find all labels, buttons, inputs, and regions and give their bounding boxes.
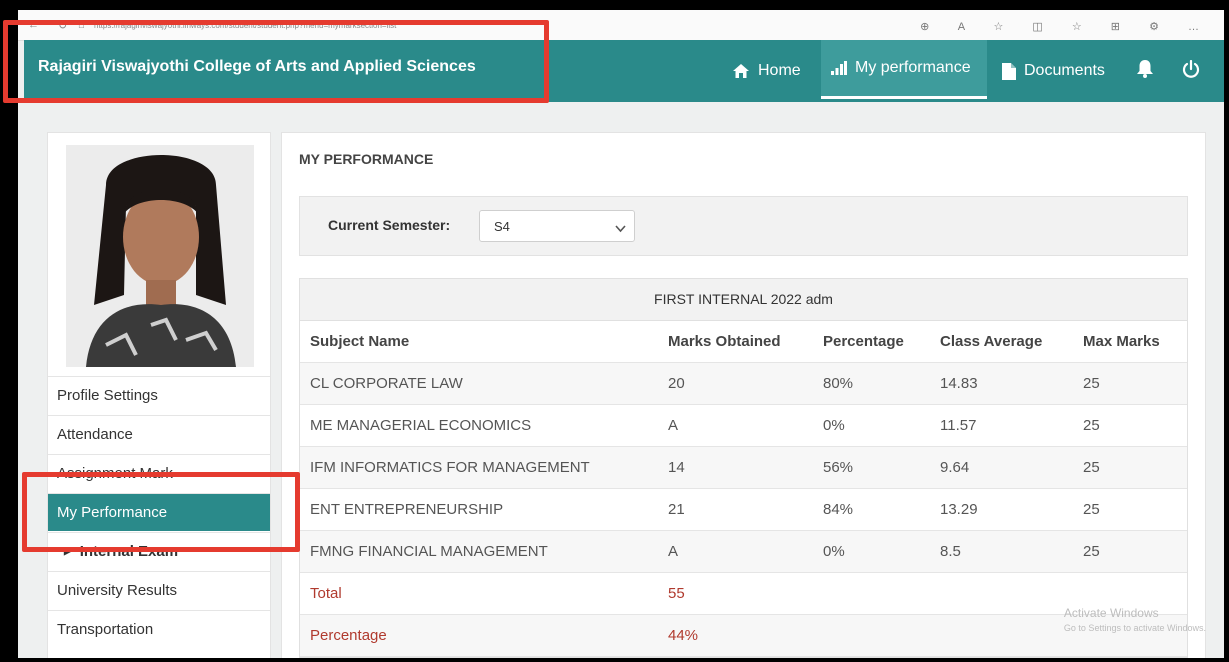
nav-my-performance-label: My performance	[855, 59, 971, 76]
windows-activation-watermark: Activate Windows Go to Settings to activ…	[1064, 606, 1206, 636]
average-cell: 8.5	[930, 530, 1073, 573]
power-icon	[1182, 59, 1200, 83]
watermark-title: Activate Windows	[1063, 606, 1159, 620]
exam-title: FIRST INTERNAL 2022 adm	[300, 279, 1187, 321]
semester-value: S4	[494, 218, 510, 234]
sidebar-item-university-results[interactable]: University Results	[48, 571, 270, 609]
bar-chart-icon	[831, 61, 847, 75]
average-cell: 11.57	[930, 404, 1073, 447]
percentage-value: 44%	[658, 614, 813, 657]
home-icon	[732, 63, 750, 79]
nav-documents[interactable]: Documents	[1002, 40, 1120, 102]
max-marks-cell: 25	[1073, 446, 1187, 489]
table-row: CL CORPORATE LAW 20 80% 14.83 25	[300, 362, 1187, 405]
table-row: ENT ENTREPRENEURSHIP 21 84% 13.29 25	[300, 488, 1187, 531]
subject-cell: IFM INFORMATICS FOR MANAGEMENT	[300, 446, 658, 489]
app-frame: ← ↻ ⌂ https://rajagiriviswajyothi.linway…	[18, 10, 1224, 658]
table-row: FMNG FINANCIAL MANAGEMENT A 0% 8.5 25	[300, 530, 1187, 573]
subject-cell: CL CORPORATE LAW	[300, 362, 658, 405]
column-header: Marks Obtained	[658, 321, 813, 363]
logout-button[interactable]	[1182, 40, 1206, 102]
percentage-cell: 56%	[813, 446, 930, 489]
nav-home[interactable]: Home	[732, 40, 830, 102]
annotation-highlight-my-performance	[22, 472, 300, 552]
max-marks-cell: 25	[1073, 488, 1187, 531]
nav-documents-label: Documents	[1024, 62, 1105, 79]
max-marks-cell: 25	[1073, 530, 1187, 573]
percentage-cell: 80%	[813, 362, 930, 405]
percentage-cell: 0%	[813, 530, 930, 573]
table-row: IFM INFORMATICS FOR MANAGEMENT 14 56% 9.…	[300, 446, 1187, 489]
subject-cell: FMNG FINANCIAL MANAGEMENT	[300, 530, 658, 573]
percentage-cell: 0%	[813, 404, 930, 447]
page-title: MY PERFORMANCE	[299, 151, 434, 167]
total-value: 55	[658, 572, 813, 615]
sidebar-item-transportation[interactable]: Transportation	[48, 610, 270, 648]
average-cell: 13.29	[930, 488, 1073, 531]
sidebar: Profile Settings Attendance Assignment M…	[47, 132, 271, 658]
subject-cell: ENT ENTREPRENEURSHIP	[300, 488, 658, 531]
bell-icon	[1136, 59, 1154, 83]
document-icon	[1002, 62, 1016, 80]
marks-cell: A	[658, 404, 813, 447]
max-marks-cell: 25	[1073, 404, 1187, 447]
marks-table: FIRST INTERNAL 2022 adm Subject Name Mar…	[299, 278, 1188, 658]
percentage-row: Percentage 44%	[300, 614, 1187, 657]
percentage-cell: 84%	[813, 488, 930, 531]
column-header: Subject Name	[300, 321, 658, 363]
semester-label: Current Semester:	[328, 217, 451, 233]
nav-home-label: Home	[758, 62, 801, 79]
profile-photo	[66, 145, 254, 367]
semester-select[interactable]: S4	[479, 210, 635, 242]
marks-cell: A	[658, 530, 813, 573]
watermark-subtitle: Go to Settings to activate Windows.	[1063, 623, 1206, 633]
notifications-button[interactable]	[1136, 40, 1160, 102]
nav-my-performance[interactable]: My performance	[821, 40, 987, 99]
sidebar-item-profile-settings[interactable]: Profile Settings	[48, 376, 270, 414]
subject-cell: ME MANAGERIAL ECONOMICS	[300, 404, 658, 447]
chevron-down-icon	[615, 221, 626, 236]
annotation-highlight-header	[3, 20, 549, 103]
browser-actions[interactable]: ⊕ A ☆ ◫ ☆ ⊞ ⚙ …	[920, 20, 1212, 33]
semester-filter: Current Semester: S4	[299, 196, 1188, 256]
table-row: ME MANAGERIAL ECONOMICS A 0% 11.57 25	[300, 404, 1187, 447]
total-row: Total 55	[300, 572, 1187, 615]
column-header: Max Marks	[1073, 321, 1187, 363]
total-label: Total	[300, 572, 658, 615]
average-cell: 9.64	[930, 446, 1073, 489]
marks-cell: 20	[658, 362, 813, 405]
marks-cell: 21	[658, 488, 813, 531]
max-marks-cell: 25	[1073, 362, 1187, 405]
sidebar-item-attendance[interactable]: Attendance	[48, 415, 270, 453]
column-header: Percentage	[813, 321, 930, 363]
performance-panel: MY PERFORMANCE Current Semester: S4 FIRS…	[281, 132, 1206, 658]
percentage-label: Percentage	[300, 614, 658, 657]
table-header-row: Subject Name Marks Obtained Percentage C…	[300, 321, 1187, 363]
average-cell: 14.83	[930, 362, 1073, 405]
marks-cell: 14	[658, 446, 813, 489]
column-header: Class Average	[930, 321, 1073, 363]
